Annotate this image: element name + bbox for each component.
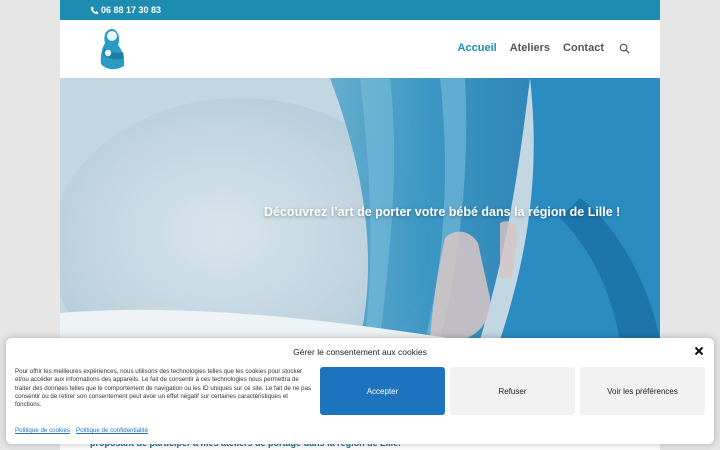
phone-icon bbox=[90, 6, 99, 15]
preferences-button[interactable]: Voir les préférences bbox=[580, 367, 705, 415]
hero-banner: Découvrez l’art de porter votre bébé dan… bbox=[60, 78, 660, 340]
nav-item-accueil[interactable]: Accueil bbox=[458, 42, 497, 54]
consent-title: Gérer le consentement aux cookies bbox=[293, 347, 427, 357]
top-bar: 06 88 17 30 83 bbox=[60, 0, 660, 20]
consent-description: Pour offrir les meilleures expériences, … bbox=[15, 368, 312, 409]
cookie-policy-link[interactable]: Politique de cookies bbox=[15, 427, 70, 434]
hero-headline: Découvrez l’art de porter votre bébé dan… bbox=[264, 205, 621, 219]
privacy-policy-link[interactable]: Politique de confidentialité bbox=[76, 427, 148, 434]
close-icon[interactable] bbox=[694, 346, 704, 356]
accept-button[interactable]: Accepter bbox=[320, 367, 445, 415]
nav-item-ateliers[interactable]: Ateliers bbox=[510, 42, 550, 54]
site-header: Accueil Ateliers Contact bbox=[60, 20, 660, 78]
cookie-consent-dialog: Gérer le consentement aux cookies Pour o… bbox=[6, 338, 714, 444]
main-nav: Accueil Ateliers Contact bbox=[458, 42, 630, 54]
search-icon[interactable] bbox=[619, 43, 630, 54]
nav-item-contact[interactable]: Contact bbox=[563, 42, 604, 54]
site-logo[interactable] bbox=[94, 26, 130, 74]
consent-links: Politique de cookies Politique de confid… bbox=[15, 427, 148, 434]
refuse-button[interactable]: Refuser bbox=[450, 367, 575, 415]
phone-number[interactable]: 06 88 17 30 83 bbox=[101, 5, 161, 15]
